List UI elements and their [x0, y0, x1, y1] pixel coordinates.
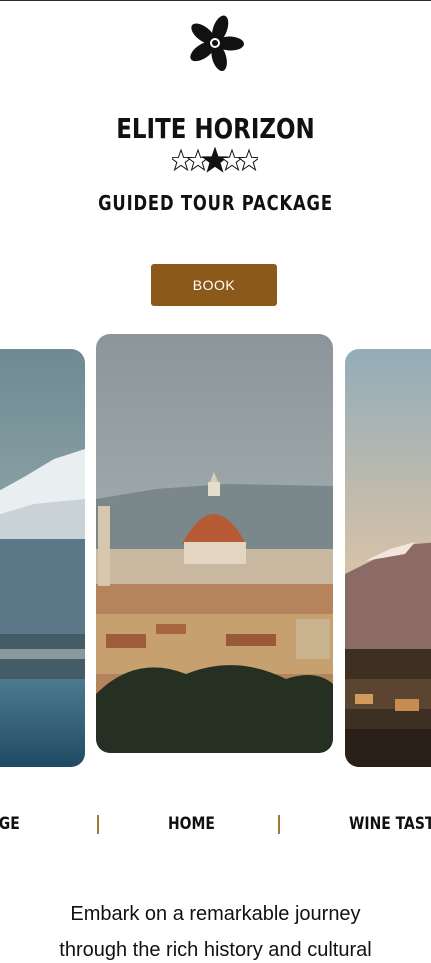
description-line: Embark on a remarkable journey	[70, 903, 361, 925]
carousel-card-left[interactable]	[0, 349, 85, 767]
page: ELITE HORIZON GUIDED TOUR PACKAGE BOOK G…	[0, 0, 431, 963]
nav-item-home[interactable]: HOME	[168, 809, 215, 839]
star-icon	[186, 148, 210, 172]
tour-description: Embark on a remarkable journey through t…	[0, 896, 431, 963]
pinwheel-flower-icon	[181, 11, 249, 75]
brand-title: ELITE HORIZON	[116, 112, 315, 145]
book-button[interactable]: BOOK	[151, 264, 277, 306]
description-line: through the rich history and cultural	[59, 939, 372, 961]
nav-separator	[97, 815, 99, 834]
mountain-sunset-village-photo	[345, 349, 431, 767]
florence-duomo-photo	[96, 334, 333, 753]
star-icon	[237, 148, 261, 172]
star-icon	[169, 148, 193, 172]
category-nav: AGE HOME WINE TASTI	[0, 809, 431, 839]
nav-item-wine-tasting[interactable]: WINE TASTI	[349, 809, 431, 839]
carousel-card-center[interactable]	[96, 334, 333, 753]
star-icon	[220, 148, 244, 172]
nav-separator	[278, 815, 280, 834]
carousel-card-right[interactable]	[345, 349, 431, 767]
package-subtitle: GUIDED TOUR PACKAGE	[98, 191, 333, 215]
nav-item-package[interactable]: AGE	[0, 809, 20, 839]
star-rating	[169, 146, 261, 173]
snowy-mountain-coast-photo	[0, 349, 85, 767]
